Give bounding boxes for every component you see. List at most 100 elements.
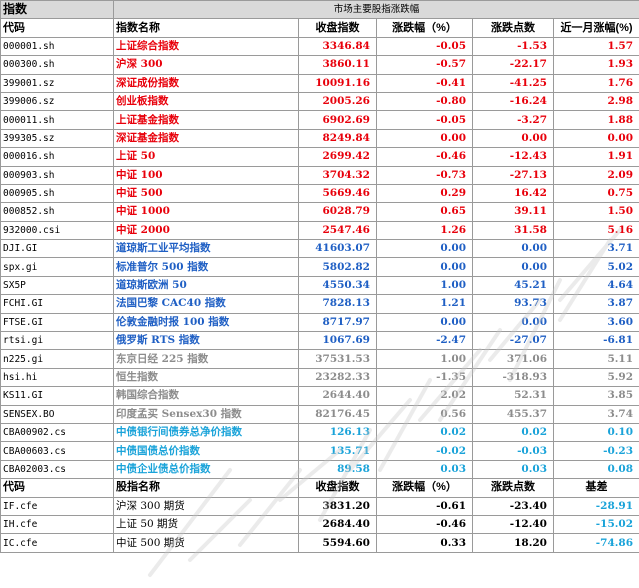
index-pct: 0.29 [376,183,473,204]
index-pct: 1.00 [376,349,473,369]
index-pct: 0.00 [376,128,473,149]
index-month: 3.87 [552,294,639,314]
index-month: -0.23 [552,441,639,461]
futures-header-pts: 涨跌点数 [472,478,554,498]
index-code: 000011.sh [0,110,114,130]
index-month: 1.50 [552,202,639,222]
index-code: SX5P [0,275,114,296]
index-month: 0.08 [552,459,639,480]
table-row: SENSEX.BO 印度孟买 Sensex30 指数 82176.45 0.56 455… [0,404,639,424]
index-month: 5.16 [552,220,639,241]
table-row: FCHI.GI 法国巴黎 CAC40 指数 7828.13 1.21 93.73 3.87 [0,294,639,314]
index-pts: 0.02 [472,422,554,443]
futures-close: 3831.20 [298,496,377,516]
index-close: 2005.26 [298,91,377,112]
index-month: 0.00 [552,128,639,149]
table-row: 000016.sh 上证 50 2699.42 -0.46 -12.43 1.91 [0,147,639,167]
index-pts: -22.17 [472,55,554,75]
index-pts: 455.37 [472,404,554,424]
table-row: spx.gi 标准普尔 500 指数 5802.82 0.00 0.00 5.02 [0,257,639,277]
index-month: 5.11 [552,349,639,369]
index-code: DJI.GI [0,239,114,259]
index-code: FCHI.GI [0,294,114,314]
index-close: 6028.79 [298,202,377,222]
index-code: 000903.sh [0,165,114,185]
index-pts: -16.24 [472,91,554,112]
index-pct: 0.02 [376,422,473,443]
futures-header-code: 代码 [0,478,114,498]
index-pts: -3.27 [472,110,554,130]
index-code: spx.gi [0,257,114,277]
futures-pct: -0.46 [376,514,473,535]
futures-row: IC.cfe 中证 500 期货 5594.60 0.33 18.20 -74.86 [0,533,639,553]
index-month: -6.81 [552,331,639,351]
index-month: 3.71 [552,239,639,259]
index-pts: 16.42 [472,183,554,204]
index-pct: 0.65 [376,202,473,222]
index-close: 37531.53 [298,349,377,369]
index-name: 俄罗斯 RTS 指数 [113,331,299,351]
index-close: 3346.84 [298,36,377,57]
index-month: 5.92 [552,367,639,388]
table-row: 399001.sz 深证成份指数 10091.16 -0.41 -41.25 1.76 [0,73,639,93]
index-close: 2699.42 [298,147,377,167]
futures-close: 5594.60 [298,533,377,553]
index-code: CBA00902.cs [0,422,114,443]
index-code: 399001.sz [0,73,114,93]
index-name: 创业板指数 [113,91,299,112]
table-row: 399006.sz 创业板指数 2005.26 -0.80 -16.24 2.98 [0,91,639,112]
index-name: 中证 2000 [113,220,299,241]
index-pts: 31.58 [472,220,554,241]
index-pct: 1.26 [376,220,473,241]
table-row: 000001.sh 上证综合指数 3346.84 -0.05 -1.53 1.57 [0,36,639,57]
table-row: 000852.sh 中证 1000 6028.79 0.65 39.11 1.50 [0,202,639,222]
index-name: 深证成份指数 [113,73,299,93]
index-close: 5669.46 [298,183,377,204]
index-pts: -12.43 [472,147,554,167]
table-row: KS11.GI 韩国综合指数 2644.40 2.02 52.31 3.85 [0,386,639,406]
futures-header-close: 收盘指数 [298,478,377,498]
index-pct: -0.41 [376,73,473,93]
futures-row: IH.cfe 上证 50 期货 2684.40 -0.46 -12.40 -15.02 [0,514,639,535]
header-name: 指数名称 [113,18,299,38]
index-pts: -27.13 [472,165,554,185]
index-name: 东京日经 225 指数 [113,349,299,369]
index-pct: 0.56 [376,404,473,424]
index-name: 道琼斯欧洲 50 [113,275,299,296]
index-name: 道琼斯工业平均指数 [113,239,299,259]
index-name: 伦敦金融时报 100 指数 [113,312,299,333]
table-row: CBA02003.cs 中债企业债总价指数 89.58 0.03 0.03 0.08 [0,459,639,480]
index-name: 沪深 300 [113,55,299,75]
header-close: 收盘指数 [298,18,377,38]
index-code: 000852.sh [0,202,114,222]
futures-close: 2684.40 [298,514,377,535]
table-row: 000903.sh 中证 100 3704.32 -0.73 -27.13 2.09 [0,165,639,185]
index-pts: 93.73 [472,294,554,314]
index-name: 上证综合指数 [113,36,299,57]
corner-label: 指数 [0,0,114,20]
index-name: 法国巴黎 CAC40 指数 [113,294,299,314]
table-row: DJI.GI 道琼斯工业平均指数 41603.07 0.00 0.00 3.71 [0,239,639,259]
table-row: 932000.csi 中证 2000 2547.46 1.26 31.58 5.16 [0,220,639,241]
index-close: 126.13 [298,422,377,443]
index-month: 2.09 [552,165,639,185]
futures-row: IF.cfe 沪深 300 期货 3831.20 -0.61 -23.40 -28.91 [0,496,639,516]
index-code: 000905.sh [0,183,114,204]
futures-code: IC.cfe [0,533,114,553]
index-name: 印度孟买 Sensex30 指数 [113,404,299,424]
index-pts: 45.21 [472,275,554,296]
table-row: 000300.sh 沪深 300 3860.11 -0.57 -22.17 1.93 [0,55,639,75]
index-code: n225.gi [0,349,114,369]
index-month: 1.76 [552,73,639,93]
table-row: n225.gi 东京日经 225 指数 37531.53 1.00 371.06 5.11 [0,349,639,369]
futures-header-name: 股指名称 [113,478,299,498]
index-pct: 0.00 [376,239,473,259]
table-row: FTSE.GI 伦敦金融时报 100 指数 8717.97 0.00 0.00 3.60 [0,312,639,333]
index-code: 000300.sh [0,55,114,75]
index-pct: -0.02 [376,441,473,461]
index-pct: 1.21 [376,294,473,314]
index-code: 000016.sh [0,147,114,167]
index-month: 3.85 [552,386,639,406]
market-index-table: 指数 市场主要股指涨跌幅 代码 指数名称 收盘指数 涨跌幅（%） 涨跌点数 近一… [0,0,639,553]
index-code: rtsi.gi [0,331,114,351]
